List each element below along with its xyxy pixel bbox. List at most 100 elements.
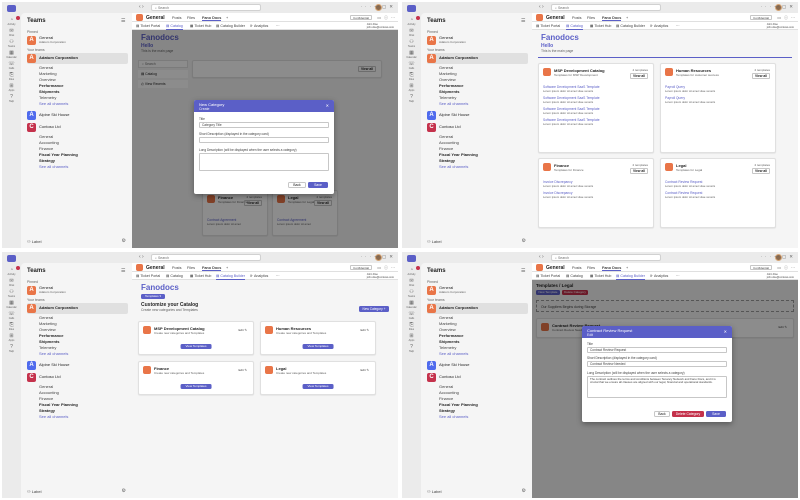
channel-item[interactable]: Accounting (39, 390, 59, 396)
channel-item[interactable]: General (439, 134, 453, 140)
settings-icon[interactable]: ⚙ (522, 488, 526, 494)
channel-tab[interactable]: Fano Docs (602, 266, 622, 271)
rail-files-button[interactable]: ⎘ Files (406, 72, 417, 81)
window-more-icon[interactable]: ··· (761, 4, 775, 10)
channel-item[interactable]: Performance (439, 333, 463, 339)
search-input[interactable]: ⌕ Search (151, 254, 261, 261)
back-forward-icon[interactable]: ‹ › (139, 5, 144, 10)
edit-icon[interactable]: Edit ✎ (360, 328, 369, 332)
channel-item[interactable]: Shipments (439, 339, 459, 345)
app-tab[interactable]: ▤ Catalog Builder (216, 24, 245, 29)
channel-item[interactable]: General (39, 65, 53, 71)
app-tab[interactable]: ▦ Ticket Hub (190, 24, 211, 29)
add-tab-button[interactable]: + (626, 266, 628, 270)
channel-item[interactable]: See all channels (439, 414, 468, 420)
channel-item[interactable]: See all channels (39, 164, 68, 170)
channel-item[interactable]: Accounting (439, 390, 459, 396)
channel-item[interactable]: Telemetry (39, 95, 56, 101)
rail-teams-button[interactable]: ⚇ Teams (406, 39, 417, 48)
video-icon[interactable]: ▭ (777, 15, 781, 20)
rail-activity-button[interactable]: ◔ Activity (6, 266, 20, 276)
back-forward-icon[interactable]: ‹ › (539, 255, 544, 260)
rail-activity-button[interactable]: ◔ Activity (6, 16, 20, 26)
short-desc-input[interactable] (199, 137, 329, 143)
view-templates-button[interactable]: View Templates (302, 343, 334, 349)
rail-teams-button[interactable]: ⚇ Teams (6, 289, 17, 298)
join-team-link[interactable]: ⚇ Label (27, 239, 41, 244)
rail-calls-button[interactable]: ☏ Calls (406, 61, 417, 70)
channel-item[interactable]: See all channels (39, 351, 68, 357)
channel-item[interactable]: Overview (39, 327, 56, 333)
rail-teams-button[interactable]: ⚇ Teams (406, 289, 417, 298)
channel-item[interactable]: Marketing (439, 321, 457, 327)
rail-calendar-button[interactable]: ▦ Calendar (6, 300, 17, 309)
app-tab[interactable]: ⊪ Analytics (250, 24, 268, 29)
channel-item[interactable]: Finance (39, 396, 53, 402)
channel-item[interactable]: Telemetry (439, 95, 456, 101)
view-templates-button[interactable]: View Templates (180, 383, 212, 389)
channel-item[interactable]: Finance (439, 146, 453, 152)
rail-help-button[interactable]: ? Help (6, 344, 17, 353)
close-icon[interactable]: ✕ (724, 329, 727, 334)
team-contoso[interactable]: C Contoso Ltd (427, 122, 528, 133)
channel-item[interactable]: Accounting (39, 140, 59, 146)
rail-activity-button[interactable]: ◔ Activity (406, 266, 420, 276)
window-more-icon[interactable]: ··· (761, 254, 775, 260)
channel-tab[interactable]: Fano Docs (202, 16, 222, 21)
view-all-button[interactable]: View all (629, 73, 648, 79)
video-icon[interactable]: ▭ (777, 265, 781, 270)
app-tab[interactable]: ▤ Ticket Portal (136, 274, 160, 279)
app-tab[interactable]: ⊪ Analytics (650, 24, 668, 29)
channel-item[interactable]: Strategy (39, 158, 55, 164)
search-input[interactable]: ⌕ Search (151, 4, 261, 11)
view-templates-button[interactable]: View Templates (180, 343, 212, 349)
app-tab[interactable]: ▤ Catalog Builder (216, 274, 245, 280)
edit-icon[interactable]: Edit ✎ (238, 368, 247, 372)
more-icon[interactable]: ··· (791, 15, 795, 20)
close-icon[interactable]: ✕ (326, 103, 329, 108)
channel-item[interactable]: Marketing (39, 321, 57, 327)
app-tab[interactable]: ▤ Ticket Portal (136, 24, 160, 29)
channel-item[interactable]: Overview (39, 77, 56, 83)
channel-item[interactable]: See all channels (439, 164, 468, 170)
channel-tab[interactable]: Files (187, 266, 195, 270)
settings-icon[interactable]: ⚙ (122, 238, 126, 244)
info-icon[interactable]: ⓘ (784, 265, 788, 271)
rail-calls-button[interactable]: ☏ Calls (406, 311, 417, 320)
window-controls[interactable]: —▢✕ (374, 4, 396, 10)
search-input[interactable]: ⌕ Search (551, 4, 661, 11)
app-tab[interactable]: ⊪ Analytics (250, 274, 268, 279)
settings-icon[interactable]: ⚙ (122, 488, 126, 494)
more-icon[interactable]: ··· (391, 265, 395, 270)
pinned-team[interactable]: A General Adatum Corporation (27, 285, 128, 296)
add-tab-button[interactable]: + (226, 16, 228, 20)
channel-item[interactable]: See all channels (439, 351, 468, 357)
channel-item[interactable]: Marketing (439, 71, 457, 77)
channel-item[interactable]: See all channels (39, 101, 68, 107)
short-desc-input[interactable]: Contract Review Needed (587, 361, 727, 367)
channel-item[interactable]: Performance (39, 333, 63, 339)
channel-tab[interactable]: Posts (572, 16, 582, 20)
channel-item[interactable]: Shipments (439, 89, 459, 95)
channel-item[interactable]: General (39, 384, 53, 390)
team-contoso[interactable]: C Contoso Ltd (427, 372, 528, 383)
rail-help-button[interactable]: ? Help (6, 94, 17, 103)
channel-item[interactable]: Finance (439, 396, 453, 402)
team-contoso[interactable]: C Contoso Ltd (27, 122, 128, 133)
channel-item[interactable]: Accounting (439, 140, 459, 146)
channel-tab[interactable]: Files (587, 266, 595, 270)
rail-files-button[interactable]: ⎘ Files (6, 72, 17, 81)
app-tab[interactable]: ··· (276, 274, 280, 279)
channel-tab[interactable]: Fano Docs (602, 16, 622, 21)
app-tab[interactable]: ▦ Ticket Hub (190, 274, 211, 279)
channel-item[interactable]: General (439, 384, 453, 390)
app-tab[interactable]: ⊪ Analytics (650, 274, 668, 279)
add-tab-button[interactable]: + (626, 16, 628, 20)
templates-button[interactable]: Templates ▾ (141, 294, 165, 299)
long-desc-textarea[interactable] (199, 153, 329, 171)
channel-tab[interactable]: Posts (572, 266, 582, 270)
rail-activity-button[interactable]: ◔ Activity (406, 16, 420, 26)
filter-icon[interactable]: ☰ (121, 18, 125, 24)
window-controls[interactable]: —▢✕ (774, 254, 796, 260)
channel-item[interactable]: Fiscal Year Planning (439, 152, 478, 158)
